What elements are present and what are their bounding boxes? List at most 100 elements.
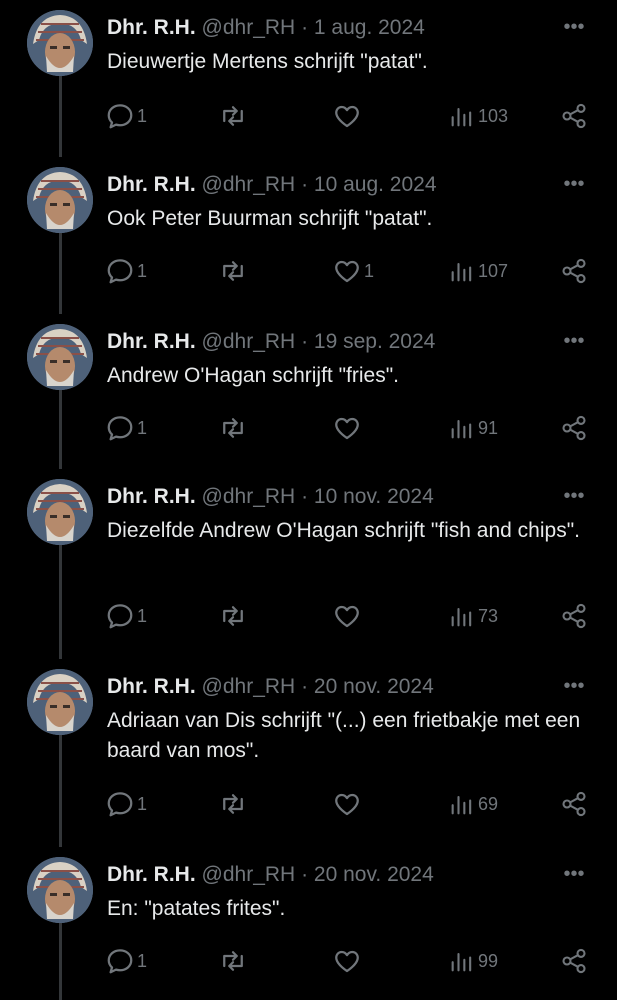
tweet-date[interactable]: 10 aug. 2024	[314, 173, 437, 196]
views-icon	[451, 107, 472, 127]
tweet-header: Dhr. R.H. @dhr_RH · 19 sep. 2024	[107, 328, 435, 356]
reply-button[interactable]: 1	[105, 945, 147, 977]
views-button[interactable]: 99	[448, 945, 498, 977]
tweet[interactable]: Dhr. R.H. @dhr_RH · 10 aug. 2024 ••• Ook…	[0, 157, 617, 314]
like-button[interactable]: 1	[332, 255, 374, 287]
avatar[interactable]	[27, 479, 93, 545]
more-icon[interactable]: •••	[558, 860, 590, 888]
reply-count: 1	[137, 794, 148, 814]
share-icon	[562, 415, 586, 441]
tweet-header: Dhr. R.H. @dhr_RH · 10 aug. 2024	[107, 171, 437, 199]
retweet-button[interactable]	[218, 788, 248, 820]
more-icon[interactable]: •••	[558, 672, 590, 700]
share-button[interactable]	[560, 945, 588, 977]
reply-button[interactable]: 1	[105, 788, 147, 820]
author-name[interactable]: Dhr. R.H.	[107, 485, 196, 508]
separator: ·	[301, 173, 309, 196]
author-handle[interactable]: @dhr_RH	[202, 675, 296, 698]
author-handle[interactable]: @dhr_RH	[202, 485, 296, 508]
reply-button[interactable]: 1	[105, 600, 147, 632]
like-button[interactable]	[332, 788, 364, 820]
tweet-text: Ook Peter Buurman schrijft "patat".	[107, 207, 433, 230]
share-button[interactable]	[560, 100, 588, 132]
retweet-button[interactable]	[218, 412, 248, 444]
reply-button[interactable]: 1	[105, 100, 147, 132]
tweet-date[interactable]: 20 nov. 2024	[314, 675, 434, 698]
share-icon	[562, 103, 586, 129]
reply-icon	[107, 104, 133, 129]
author-handle[interactable]: @dhr_RH	[202, 330, 296, 353]
reply-count: 1	[137, 261, 148, 281]
tweet-actions: 1 103	[0, 100, 617, 132]
like-button[interactable]	[332, 600, 364, 632]
more-icon[interactable]: •••	[558, 170, 590, 198]
like-icon	[335, 793, 359, 816]
retweet-icon	[223, 951, 243, 971]
tweet-date[interactable]: 10 nov. 2024	[314, 485, 434, 508]
avatar[interactable]	[27, 10, 93, 76]
more-icon[interactable]: •••	[558, 482, 590, 510]
separator: ·	[301, 863, 309, 886]
views-button[interactable]: 73	[448, 600, 498, 632]
avatar[interactable]	[27, 324, 93, 390]
share-icon	[562, 258, 586, 284]
like-icon	[335, 417, 359, 440]
tweet[interactable]: Dhr. R.H. @dhr_RH · 1 aug. 2024 ••• Dieu…	[0, 0, 617, 157]
tweet-header: Dhr. R.H. @dhr_RH · 10 nov. 2024	[107, 483, 434, 511]
like-button[interactable]	[332, 412, 364, 444]
author-handle[interactable]: @dhr_RH	[202, 173, 296, 196]
views-button[interactable]: 91	[448, 412, 498, 444]
author-name[interactable]: Dhr. R.H.	[107, 330, 196, 353]
avatar[interactable]	[27, 669, 93, 735]
retweet-icon	[223, 606, 243, 626]
share-button[interactable]	[560, 600, 588, 632]
like-button[interactable]	[332, 945, 364, 977]
reply-count: 1	[137, 418, 148, 438]
tweet[interactable]: Dhr. R.H. @dhr_RH · 20 nov. 2024 ••• En:…	[0, 847, 617, 1000]
tweet-date[interactable]: 19 sep. 2024	[314, 330, 435, 353]
views-button[interactable]: 103	[448, 100, 508, 132]
reply-icon	[107, 792, 133, 817]
view-count: 73	[478, 606, 499, 626]
tweet-date[interactable]: 20 nov. 2024	[314, 863, 434, 886]
share-button[interactable]	[560, 412, 588, 444]
share-icon	[562, 948, 586, 974]
retweet-button[interactable]	[218, 255, 248, 287]
reply-icon	[107, 604, 133, 629]
retweet-button[interactable]	[218, 945, 248, 977]
tweet[interactable]: Dhr. R.H. @dhr_RH · 20 nov. 2024 ••• Adr…	[0, 659, 617, 847]
reply-count: 1	[137, 106, 148, 126]
separator: ·	[301, 16, 309, 39]
share-button[interactable]	[560, 255, 588, 287]
view-count: 107	[478, 261, 509, 281]
author-handle[interactable]: @dhr_RH	[202, 863, 296, 886]
more-icon[interactable]: •••	[558, 327, 590, 355]
reply-button[interactable]: 1	[105, 255, 147, 287]
tweet-actions: 1 69	[0, 788, 617, 820]
tweet-date[interactable]: 1 aug. 2024	[314, 16, 425, 39]
author-name[interactable]: Dhr. R.H.	[107, 173, 196, 196]
tweet[interactable]: Dhr. R.H. @dhr_RH · 10 nov. 2024 ••• Die…	[0, 469, 617, 659]
retweet-button[interactable]	[218, 100, 248, 132]
views-icon	[451, 419, 472, 439]
author-name[interactable]: Dhr. R.H.	[107, 16, 196, 39]
like-button[interactable]	[332, 100, 364, 132]
author-handle[interactable]: @dhr_RH	[202, 16, 296, 39]
tweet-thread: Dhr. R.H. @dhr_RH · 1 aug. 2024 ••• Dieu…	[0, 0, 617, 1000]
tweet[interactable]: Dhr. R.H. @dhr_RH · 19 sep. 2024 ••• And…	[0, 314, 617, 469]
views-button[interactable]: 69	[448, 788, 498, 820]
reply-count: 1	[137, 606, 148, 626]
author-name[interactable]: Dhr. R.H.	[107, 863, 196, 886]
tweet-header: Dhr. R.H. @dhr_RH · 20 nov. 2024	[107, 673, 434, 701]
more-icon[interactable]: •••	[558, 13, 590, 41]
author-name[interactable]: Dhr. R.H.	[107, 675, 196, 698]
views-button[interactable]: 107	[448, 255, 508, 287]
share-icon	[562, 791, 586, 817]
avatar[interactable]	[27, 857, 93, 923]
reply-button[interactable]: 1	[105, 412, 147, 444]
share-button[interactable]	[560, 788, 588, 820]
views-icon	[451, 795, 472, 815]
avatar[interactable]	[27, 167, 93, 233]
retweet-button[interactable]	[218, 600, 248, 632]
tweet-text: Andrew O'Hagan schrijft "fries".	[107, 364, 400, 387]
